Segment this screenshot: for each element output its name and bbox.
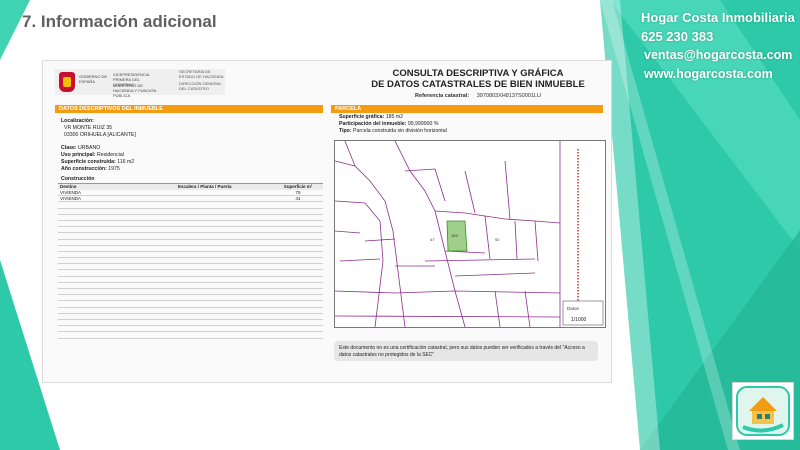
section-title-parcela: PARCELA <box>335 106 362 112</box>
cadastral-map: 183 92 47 Datos 1/1000 <box>334 140 606 328</box>
spain-shield-icon <box>59 72 75 92</box>
tipo-value: Parcela construida sin división horizont… <box>353 128 447 134</box>
anio-label: Año construcción: <box>61 166 107 172</box>
brand-name: Hogar Costa Inmobiliaria <box>641 10 795 25</box>
table-cell-planta <box>178 196 273 201</box>
construccion-label: Construcción <box>61 176 95 182</box>
map-scale: 1/1000 <box>571 317 587 323</box>
section-bar-parcela: PARCELA <box>331 105 603 113</box>
section-title-inmueble: DATOS DESCRIPTIVOS DEL INMUEBLE <box>59 106 163 112</box>
table-cell-destino: VIVIENDA <box>60 196 82 202</box>
section-bar-inmueble: DATOS DESCRIPTIVOS DEL INMUEBLE <box>55 105 323 113</box>
address-line2: 03300 ORIHUELA [ALICANTE] <box>64 132 136 138</box>
clase-value: URBANO <box>78 145 101 151</box>
table-cell-superficie: 75 <box>295 190 301 195</box>
map-drawing: 183 92 47 Datos 1/1000 <box>335 141 604 327</box>
parcela-details: Superficie gráfica: 185 m2 Participación… <box>339 114 447 135</box>
document-title-line2: DE DATOS CATASTRALES DE BIEN INMUEBLE <box>371 79 585 90</box>
property-details: Clase: URBANO Uso principal: Residencial… <box>61 145 134 173</box>
gov-secretaria-text: SECRETARÍA DE ESTADO DE HACIENDA <box>179 69 224 79</box>
reference-value: 3970803XH8137S0001LU <box>476 93 541 99</box>
localizacion-block: Localización: VR MONTE RUIZ 35 03300 ORI… <box>61 118 136 139</box>
uso-value: Residencial <box>97 152 124 158</box>
sup-grafica-label: Superficie gráfica: <box>339 114 385 120</box>
sup-grafica-value: 185 m2 <box>385 114 404 120</box>
brand-website[interactable]: www.hogarcosta.com <box>641 65 795 84</box>
map-parcel-label-a: 183 <box>451 233 458 238</box>
cadastral-document: GOBIERNO DE ESPAÑA VICEPRESIDENCIA PRIME… <box>42 60 612 383</box>
document-title-line1: CONSULTA DESCRIPTIVA Y GRÁFICA <box>392 68 564 79</box>
table-empty-rows <box>58 202 323 339</box>
construccion-table: Destino Escalera / Planta / Puerta Super… <box>58 183 323 339</box>
house-hand-icon <box>736 386 790 436</box>
gov-direccion-text: DIRECCIÓN GENERAL DEL CATASTRO <box>179 81 222 91</box>
tipo-label: Tipo: <box>339 128 352 134</box>
gov-name: GOBIERNO DE ESPAÑA <box>79 74 108 84</box>
table-row-empty <box>58 332 323 339</box>
map-parcel-label-b: 92 <box>495 237 500 242</box>
construccion-heading: Construcción <box>61 176 94 183</box>
brand-email[interactable]: ventas@hogarcosta.com <box>641 46 795 65</box>
table-cell-planta <box>178 190 273 195</box>
map-parcel-label-c: 47 <box>430 237 435 242</box>
gov-ministry: MINISTERIO DE HACIENDA Y FUNCIÓN PÚBLICA <box>113 83 157 98</box>
disclaimer-note: Este documento no es una certificación c… <box>334 341 598 361</box>
map-datos-label: Datos <box>567 306 580 311</box>
document-title: CONSULTA DESCRIPTIVA Y GRÁFICA DE DATOS … <box>333 68 623 90</box>
clase-label: Clase: <box>61 145 77 151</box>
uso-label: Uso principal: <box>61 152 96 158</box>
brand-logo <box>732 382 794 440</box>
table-cell-superficie: 41 <box>295 196 301 202</box>
participacion-value: 99,999900 % <box>407 121 439 127</box>
reference-label: Referencia catastral: <box>415 93 470 99</box>
brand-contact: Hogar Costa Inmobiliaria 625 230 383 ven… <box>641 8 795 84</box>
gov-secretaria: SECRETARÍA DE ESTADO DE HACIENDA DIRECCI… <box>179 69 227 95</box>
brand-phone: 625 230 383 <box>641 29 714 44</box>
anio-value: 1975 <box>108 166 120 172</box>
superficie-label: Superficie construida: <box>61 159 116 165</box>
participacion-label: Participación del inmueble: <box>339 121 407 127</box>
cadastral-reference: Referencia catastral: 3970803XH8137S0001… <box>333 93 623 99</box>
superficie-value: 116 m2 <box>117 159 135 165</box>
slide-title: 7. Información adicional <box>22 12 217 31</box>
address-line1: VR MONTE RUIZ 35 <box>64 125 113 131</box>
table-cell-destino: VIVIENDA <box>60 190 82 195</box>
localizacion-label: Localización: <box>61 118 94 124</box>
